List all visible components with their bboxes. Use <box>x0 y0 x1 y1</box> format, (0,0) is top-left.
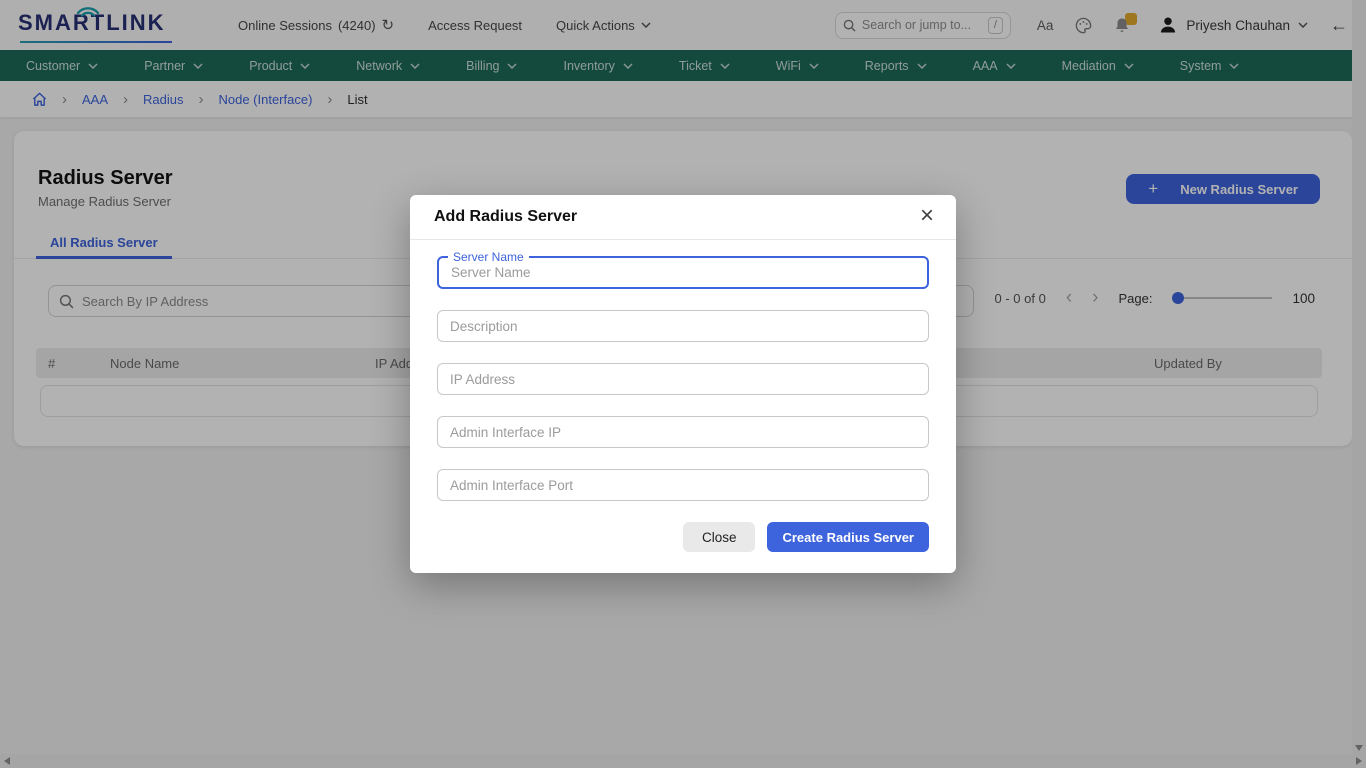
description-field <box>437 310 929 342</box>
admin-interface-ip-field <box>437 416 929 448</box>
ip-address-field <box>437 363 929 395</box>
ip-address-input[interactable] <box>438 364 928 394</box>
close-button[interactable]: Close <box>683 522 756 552</box>
admin-interface-port-field <box>437 469 929 501</box>
modal-title: Add Radius Server <box>434 208 577 226</box>
create-radius-server-button[interactable]: Create Radius Server <box>767 522 929 552</box>
description-input[interactable] <box>438 311 928 341</box>
add-radius-server-modal: Add Radius Server × Server Name Close Cr… <box>410 195 956 573</box>
modal-header: Add Radius Server × <box>410 195 956 240</box>
modal-footer: Close Create Radius Server <box>410 522 956 552</box>
admin-interface-port-input[interactable] <box>438 470 928 500</box>
server-name-field: Server Name <box>437 256 929 289</box>
close-icon[interactable]: × <box>914 203 940 229</box>
admin-interface-ip-input[interactable] <box>438 417 928 447</box>
server-name-floating-label: Server Name <box>448 250 529 264</box>
modal-body: Server Name <box>410 240 956 501</box>
